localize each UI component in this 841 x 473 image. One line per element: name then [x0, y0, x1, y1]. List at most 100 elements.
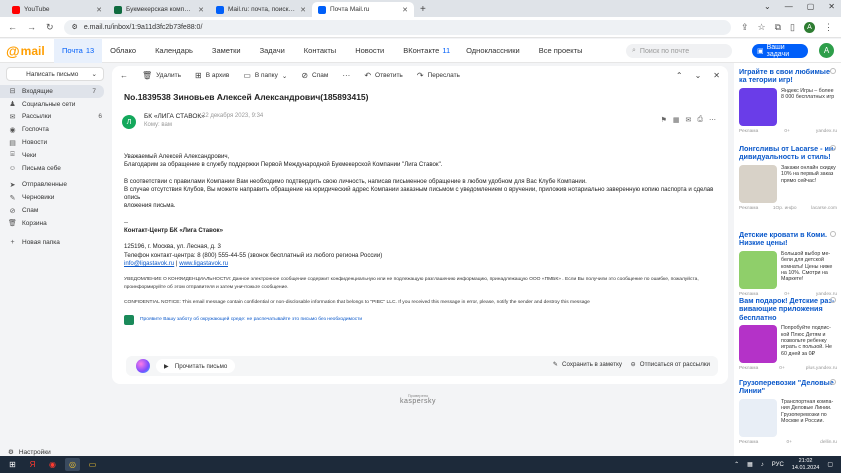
maximize-icon[interactable]: ▢: [807, 2, 815, 11]
ad-close-icon[interactable]: [830, 68, 836, 74]
site-info-icon[interactable]: ⚙: [72, 23, 78, 31]
ad-close-icon[interactable]: [830, 379, 836, 385]
browser-tab[interactable]: Почта Mail.ru ✕: [312, 2, 414, 17]
archive-button[interactable]: ⊞ В архив: [195, 71, 229, 80]
sidebar-folder[interactable]: ⊟ Входящие 7: [0, 85, 104, 98]
browser-tab[interactable]: Mail.ru: почта, поиск, новости ✕: [210, 2, 312, 17]
url-input[interactable]: ⚙ e.mail.ru/inbox/1:9a11d3fc2b73fe88:0/: [63, 19, 731, 35]
nav-item[interactable]: Облако: [102, 39, 147, 63]
close-tab-icon[interactable]: ✕: [96, 6, 102, 14]
back-icon[interactable]: ←: [8, 22, 17, 32]
sidebar-folder[interactable]: 🗑 Корзина: [0, 217, 110, 230]
chrome-icon[interactable]: ◎: [65, 458, 80, 471]
ad-card[interactable]: Детские кровати в Коми. Низкие цены! Боль…: [739, 230, 837, 297]
ad-close-icon[interactable]: [830, 145, 836, 151]
calendar-icon[interactable]: ▦: [673, 116, 680, 124]
ad-title[interactable]: Грузоперевозки "Деловые Линии": [739, 378, 837, 396]
back-to-list-button[interactable]: ←: [120, 71, 128, 80]
browser-tab[interactable]: Букмекерская компания «Лига Ставок» ✕: [108, 2, 210, 17]
nav-item[interactable]: Новости: [347, 39, 395, 63]
ad-image[interactable]: [739, 398, 777, 437]
volume-icon[interactable]: ♪: [761, 462, 764, 468]
nav-item[interactable]: Заметки: [204, 39, 252, 63]
prev-message-icon[interactable]: ⌃: [676, 71, 683, 80]
mail-logo[interactable]: @ mail: [6, 43, 54, 59]
start-icon[interactable]: ⊞: [5, 458, 20, 471]
network-icon[interactable]: ▦: [747, 461, 753, 468]
close-message-icon[interactable]: ✕: [713, 71, 720, 80]
ad-card[interactable]: Играйте в свои любимые ка тегории игр! Ян…: [739, 67, 837, 134]
new-tab-icon[interactable]: +: [420, 4, 426, 15]
settings-link[interactable]: ⚙ Настройки: [8, 448, 51, 457]
sidepanel-icon[interactable]: ▯: [790, 22, 795, 33]
your-tasks-button[interactable]: ▣ Ваши задачи: [752, 44, 808, 58]
print-icon[interactable]: ⎙: [697, 116, 703, 124]
forward-icon[interactable]: →: [27, 22, 36, 32]
sidebar-folder[interactable]: ➤ Отправленные: [0, 179, 110, 192]
ad-close-icon[interactable]: [830, 231, 836, 237]
sidebar-folder[interactable]: ✎ Черновики: [0, 191, 110, 204]
nav-item[interactable]: Задачи: [252, 39, 296, 63]
email-link[interactable]: info@ligastavok.ru: [124, 260, 174, 267]
browser-profile-avatar[interactable]: A: [804, 21, 815, 33]
mark-unread-icon[interactable]: ✉: [686, 116, 692, 124]
ad-close-icon[interactable]: [830, 297, 836, 303]
website-link[interactable]: www.ligastavok.ru: [179, 260, 228, 267]
browser-tab[interactable]: YouTube ✕: [6, 2, 108, 17]
close-tab-icon[interactable]: ✕: [198, 6, 204, 14]
compose-button[interactable]: Написать письмо ⌄: [6, 67, 104, 81]
tray-arrow-icon[interactable]: ⌃: [734, 461, 739, 468]
save-to-note-button[interactable]: ✎ Сохранить в заметку: [553, 361, 622, 368]
sidebar-folder[interactable]: ☺ Письма себе: [0, 162, 110, 175]
sidebar-folder[interactable]: ⌸ Чеки: [0, 149, 110, 162]
close-tab-icon[interactable]: ✕: [402, 6, 408, 14]
ad-image[interactable]: [739, 164, 777, 203]
ai-assistant-icon[interactable]: [136, 359, 150, 373]
user-avatar[interactable]: A: [819, 43, 834, 58]
ad-image[interactable]: [739, 250, 777, 289]
extensions-icon[interactable]: ⧉: [775, 22, 781, 33]
sidebar-folder[interactable]: ♟ Социальные сети: [0, 98, 110, 111]
file-explorer-icon[interactable]: ▭: [85, 458, 100, 471]
close-window-icon[interactable]: ✕: [828, 2, 835, 11]
minimize-icon[interactable]: —: [785, 2, 793, 11]
sidebar-folder[interactable]: ▤ Новости: [0, 136, 110, 149]
sidebar-folder[interactable]: ✉ Рассылки 6: [0, 111, 110, 124]
sidebar-folder[interactable]: ◉ Госпочта: [0, 123, 110, 136]
nav-item[interactable]: Контакты: [296, 39, 347, 63]
chevron-down-icon[interactable]: ⌄: [92, 70, 97, 78]
nav-item[interactable]: Одноклассники: [458, 39, 531, 63]
spam-button[interactable]: ⊘ Спам: [301, 71, 328, 80]
sender-name[interactable]: БК «ЛИГА СТАВОК»: [144, 113, 205, 120]
sender-avatar[interactable]: Л: [122, 115, 136, 129]
notifications-icon[interactable]: ▢: [827, 461, 833, 468]
ad-image[interactable]: [739, 87, 777, 126]
ad-card[interactable]: Грузоперевозки "Деловые Линии" Транспортн…: [739, 378, 837, 445]
next-message-icon[interactable]: ⌄: [695, 71, 702, 80]
yandex-browser-icon[interactable]: Я: [25, 458, 40, 471]
bookmark-icon[interactable]: ⚑: [661, 116, 667, 124]
reply-button[interactable]: ↶ Ответить: [364, 71, 403, 80]
sidebar-folder[interactable]: ⊘ Спам: [0, 204, 110, 217]
yandex-icon[interactable]: ◉: [45, 458, 60, 471]
move-to-folder-button[interactable]: ▭ В папку ⌄: [243, 71, 287, 80]
browser-menu-icon[interactable]: ⋮: [824, 22, 833, 33]
ad-title[interactable]: Вам подарок! Детские раз- вивающие прило…: [739, 296, 837, 322]
share-icon[interactable]: ⇪: [741, 22, 749, 33]
forward-button[interactable]: ↷ Переслать: [417, 71, 460, 80]
nav-item[interactable]: Все проекты: [531, 39, 594, 63]
close-tab-icon[interactable]: ✕: [300, 6, 306, 14]
mail-search-input[interactable]: ⌕ Поиск по почте: [626, 44, 732, 58]
read-aloud-button[interactable]: ▶ Прочитать письмо: [156, 359, 236, 373]
sidebar-folder[interactable]: + Новая папка: [0, 236, 110, 249]
language-indicator[interactable]: РУС: [772, 462, 784, 468]
unsubscribe-button[interactable]: ⊖ Отписаться от рассылки: [631, 361, 710, 368]
reload-icon[interactable]: ↻: [46, 22, 54, 33]
nav-item[interactable]: Почта 13: [54, 38, 103, 63]
more-icon[interactable]: ⋯: [709, 116, 716, 124]
clock[interactable]: 21:02 14.01.2024: [792, 458, 820, 472]
ad-title[interactable]: Играйте в свои любимые ка тегории игр!: [739, 67, 837, 85]
more-menu-button[interactable]: ···: [342, 71, 350, 80]
ad-title[interactable]: Детские кровати в Коми. Низкие цены!: [739, 230, 837, 248]
ad-title[interactable]: Лонгсливы от Lacarse - ин- дивидуальност…: [739, 144, 837, 162]
